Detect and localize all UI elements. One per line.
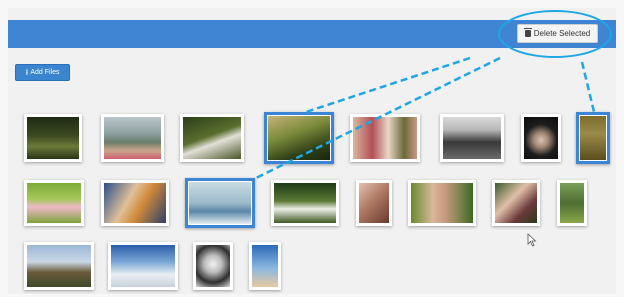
photo-image: [189, 182, 251, 224]
photo-image: [495, 183, 537, 223]
trash-icon: [523, 28, 532, 37]
mouse-cursor-icon: [527, 233, 537, 247]
photo-image: [27, 183, 81, 223]
upload-icon: ⭱: [25, 67, 29, 77]
photo-image: [443, 117, 501, 159]
photo-image: [524, 117, 558, 159]
photo-image: [580, 116, 606, 160]
photo-thumbnail[interactable]: [521, 114, 561, 162]
photo-thumbnail[interactable]: [101, 114, 164, 162]
add-files-label: Add Files: [30, 69, 60, 76]
photo-thumbnail[interactable]: [24, 242, 94, 290]
photo-image: [27, 245, 91, 287]
photo-thumbnail[interactable]: [101, 180, 169, 226]
photo-thumbnail[interactable]: [180, 114, 244, 162]
photo-image: [353, 117, 417, 159]
photo-image: [183, 117, 241, 159]
photo-thumbnail[interactable]: [24, 114, 82, 162]
photo-thumbnail-selected[interactable]: [576, 112, 610, 164]
photo-thumbnail[interactable]: [193, 242, 233, 290]
delete-selected-button[interactable]: Delete Selected: [517, 24, 598, 43]
photo-image: [268, 116, 330, 160]
photo-image: [252, 245, 278, 287]
photo-image: [104, 183, 166, 223]
photo-thumbnail[interactable]: [249, 242, 281, 290]
photo-thumbnail[interactable]: [557, 180, 587, 226]
photo-thumbnail[interactable]: [271, 180, 339, 226]
add-files-button[interactable]: ⭱ Add Files: [15, 64, 70, 81]
photo-thumbnail-selected[interactable]: [185, 178, 255, 228]
photo-image: [27, 117, 79, 159]
photo-thumbnail-selected[interactable]: [264, 112, 334, 164]
photo-thumbnail[interactable]: [408, 180, 476, 226]
photo-thumbnail[interactable]: [356, 180, 392, 226]
photo-image: [411, 183, 473, 223]
photo-image: [274, 183, 336, 223]
photo-thumbnail[interactable]: [24, 180, 84, 226]
delete-selected-label: Delete Selected: [533, 29, 591, 38]
photo-image: [104, 117, 161, 159]
photo-thumbnail[interactable]: [492, 180, 540, 226]
photo-image: [359, 183, 389, 223]
photo-thumbnail[interactable]: [440, 114, 504, 162]
photo-image: [560, 183, 584, 223]
photo-thumbnail[interactable]: [108, 242, 178, 290]
photo-thumbnail[interactable]: [350, 114, 420, 162]
photo-image: [196, 245, 230, 287]
photo-image: [111, 245, 175, 287]
